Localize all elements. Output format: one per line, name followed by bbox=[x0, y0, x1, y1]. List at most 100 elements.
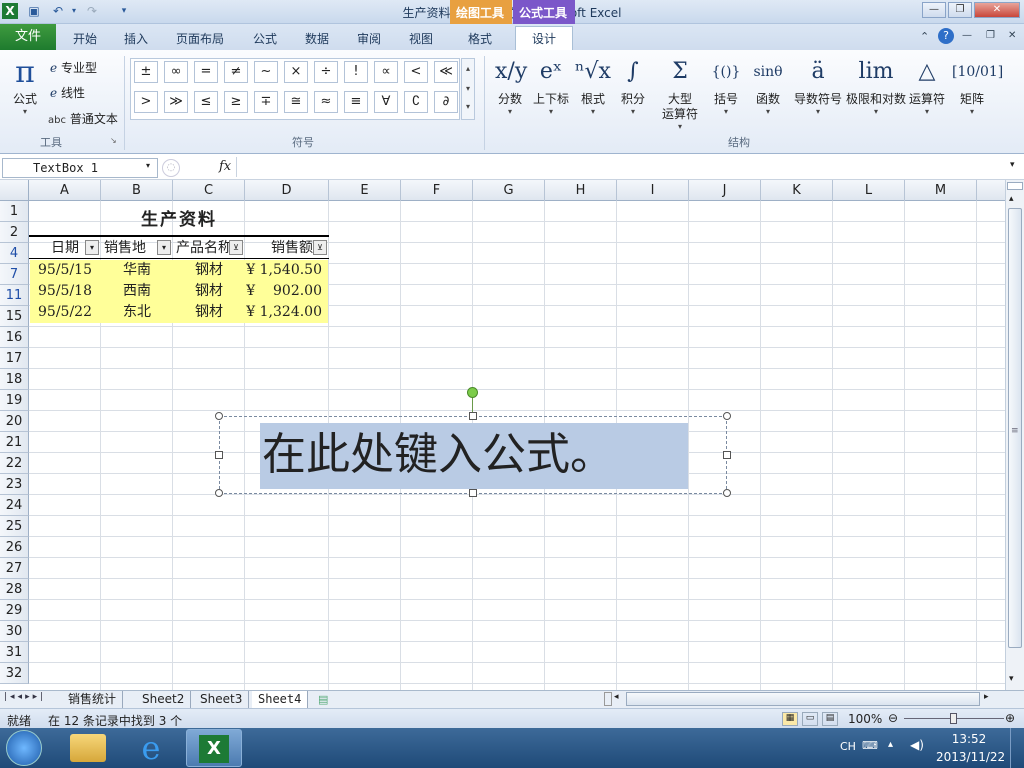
structure-button[interactable]: [10/01] 矩阵 ▾ bbox=[952, 54, 1003, 117]
table-cell[interactable]: 华南 bbox=[101, 260, 173, 280]
row-header[interactable]: 19 bbox=[0, 390, 29, 411]
symbol-button[interactable]: × bbox=[284, 61, 308, 83]
rotate-handle[interactable] bbox=[467, 387, 478, 398]
structure-button[interactable]: lim 极限和对数 ▾ bbox=[846, 54, 906, 117]
zoom-level[interactable]: 100% bbox=[848, 712, 882, 726]
scroll-up-icon[interactable]: ▴ bbox=[1009, 194, 1014, 204]
symbol-button[interactable]: ∝ bbox=[374, 61, 398, 83]
symbol-button[interactable]: ≈ bbox=[314, 91, 338, 113]
column-header[interactable]: M bbox=[905, 180, 977, 201]
resize-handle[interactable] bbox=[215, 489, 223, 497]
insert-equation-button[interactable]: π 公式 ▾ bbox=[8, 56, 42, 117]
symbol-button[interactable]: < bbox=[404, 61, 428, 83]
row-header[interactable]: 31 bbox=[0, 642, 29, 663]
resize-handle[interactable] bbox=[469, 489, 477, 497]
symbol-button[interactable]: ≫ bbox=[164, 91, 188, 113]
resize-handle[interactable] bbox=[215, 451, 223, 459]
tab-split-handle[interactable] bbox=[604, 692, 612, 706]
column-header[interactable]: J bbox=[689, 180, 761, 201]
start-button-icon[interactable] bbox=[6, 730, 42, 766]
symbol-button[interactable]: ∓ bbox=[254, 91, 278, 113]
sheet-tab[interactable]: Sheet2 bbox=[136, 691, 192, 708]
close-button[interactable]: ✕ bbox=[974, 2, 1020, 18]
professional-button[interactable]: e 专业型 bbox=[50, 59, 97, 76]
row-header[interactable]: 26 bbox=[0, 537, 29, 558]
name-box-dropdown-icon[interactable]: ▾ bbox=[146, 161, 150, 170]
zoom-out-icon[interactable]: ⊖ bbox=[888, 711, 898, 725]
name-box[interactable]: TextBox 1 bbox=[2, 158, 158, 178]
restore-button[interactable]: ❐ bbox=[948, 2, 972, 18]
column-header[interactable]: D bbox=[245, 180, 329, 201]
table-cell[interactable]: 钢材 bbox=[173, 281, 245, 301]
explorer-icon[interactable] bbox=[70, 734, 106, 762]
row-header[interactable]: 22 bbox=[0, 453, 29, 474]
symbol-button[interactable]: ∁ bbox=[404, 91, 428, 113]
select-all-corner[interactable] bbox=[0, 180, 29, 201]
help-icon[interactable]: ? bbox=[938, 28, 954, 44]
vertical-scrollbar[interactable]: ▴ ≡ ▾ bbox=[1005, 180, 1024, 690]
structure-button[interactable]: △ 运算符 ▾ bbox=[907, 54, 947, 117]
row-header[interactable]: 15 bbox=[0, 306, 29, 327]
minimize-button[interactable]: — bbox=[922, 2, 946, 18]
filter-active-icon[interactable]: ⊻ bbox=[313, 240, 327, 255]
horizontal-scroll-thumb[interactable] bbox=[626, 692, 980, 706]
tab-format[interactable]: 格式 bbox=[468, 30, 492, 47]
row-header[interactable]: 17 bbox=[0, 348, 29, 369]
row-header[interactable]: 1 bbox=[0, 201, 29, 222]
symbol-button[interactable]: ± bbox=[134, 61, 158, 83]
sheet-tab-active[interactable]: Sheet4 bbox=[252, 691, 309, 708]
row-header[interactable]: 25 bbox=[0, 516, 29, 537]
structure-button[interactable]: x/y 分数 ▾ bbox=[495, 54, 527, 117]
clock-time[interactable]: 13:52 bbox=[936, 732, 1002, 746]
linear-button[interactable]: e 线性 bbox=[50, 84, 85, 101]
insert-function-icon[interactable]: fx bbox=[219, 159, 231, 174]
resize-handle[interactable] bbox=[723, 412, 731, 420]
structure-button[interactable]: ⁿ√x 根式 ▾ bbox=[575, 54, 611, 117]
keyboard-icon[interactable]: ⌨ bbox=[862, 739, 878, 752]
symbol-gallery-scroll[interactable]: ▴ ▾ ▾ bbox=[461, 58, 475, 120]
symbol-button[interactable]: > bbox=[134, 91, 158, 113]
tab-data[interactable]: 数据 bbox=[305, 30, 329, 47]
symbol-button[interactable]: ≅ bbox=[284, 91, 308, 113]
column-header[interactable]: I bbox=[617, 180, 689, 201]
symbol-button[interactable]: ∀ bbox=[374, 91, 398, 113]
row-header[interactable]: 28 bbox=[0, 579, 29, 600]
sheet-tab[interactable]: Sheet3 bbox=[194, 691, 250, 708]
tab-home[interactable]: 开始 bbox=[73, 30, 97, 47]
row-header[interactable]: 32 bbox=[0, 663, 29, 684]
scroll-down-icon[interactable]: ▾ bbox=[1009, 674, 1014, 684]
scroll-right-icon[interactable]: ▸ bbox=[984, 692, 989, 702]
ribbon-collapse-icon[interactable]: ⌃ bbox=[920, 30, 929, 43]
column-header[interactable]: G bbox=[473, 180, 545, 201]
structure-button[interactable]: {()} 括号 ▾ bbox=[708, 54, 744, 117]
tab-file[interactable]: 文件 bbox=[0, 24, 56, 50]
row-header[interactable]: 27 bbox=[0, 558, 29, 579]
symbol-button[interactable]: ÷ bbox=[314, 61, 338, 83]
table-cell[interactable]: 95/5/15 bbox=[30, 260, 100, 280]
tab-review[interactable]: 审阅 bbox=[357, 30, 381, 47]
structure-button[interactable]: ∫ 积分 ▾ bbox=[617, 54, 649, 117]
row-header[interactable]: 18 bbox=[0, 369, 29, 390]
scroll-left-icon[interactable]: ◂ bbox=[614, 692, 619, 702]
table-cell[interactable]: ¥ 902.00 bbox=[245, 281, 328, 301]
zoom-slider-thumb[interactable] bbox=[950, 713, 957, 724]
symbol-button[interactable]: ≠ bbox=[224, 61, 248, 83]
row-header[interactable]: 11 bbox=[0, 285, 29, 306]
dialog-launcher-icon[interactable]: ↘ bbox=[110, 136, 117, 145]
row-header[interactable]: 21 bbox=[0, 432, 29, 453]
split-box[interactable] bbox=[1007, 182, 1023, 190]
structure-button[interactable]: Σ 大型 运算符 ▾ bbox=[660, 54, 700, 132]
column-header[interactable]: L bbox=[833, 180, 905, 201]
symbol-button[interactable]: ∂ bbox=[434, 91, 458, 113]
row-header[interactable]: 24 bbox=[0, 495, 29, 516]
column-header[interactable]: C bbox=[173, 180, 245, 201]
symbol-button[interactable]: ≥ bbox=[224, 91, 248, 113]
filter-dropdown-icon[interactable]: ▾ bbox=[85, 240, 99, 255]
row-header[interactable]: 20 bbox=[0, 411, 29, 432]
clock-date[interactable]: 2013/11/22 bbox=[936, 750, 1005, 764]
equation-textbox[interactable]: 在此处键入公式。 bbox=[215, 412, 731, 497]
page-break-view-icon[interactable]: ▤ bbox=[822, 712, 838, 726]
symbol-button[interactable]: ~ bbox=[254, 61, 278, 83]
symbol-button[interactable]: = bbox=[194, 61, 218, 83]
header-product[interactable]: 产品名称 bbox=[173, 238, 233, 258]
